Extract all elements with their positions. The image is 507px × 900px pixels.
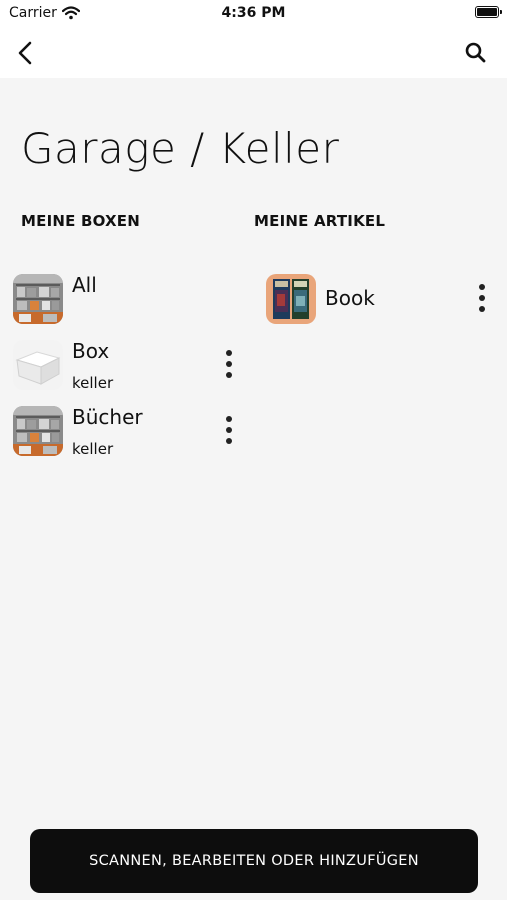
- navigation-bar: [0, 28, 507, 78]
- box-location: keller: [72, 374, 114, 392]
- box-title: All: [72, 273, 97, 297]
- article-item-book[interactable]: Book: [254, 274, 499, 326]
- page-title: Garage / Keller: [21, 124, 340, 173]
- box-location: keller: [72, 440, 114, 458]
- box-options-button[interactable]: [219, 414, 239, 448]
- chevron-left-icon: [18, 41, 32, 65]
- box-item-buecher[interactable]: Bücher keller: [0, 404, 250, 460]
- book-thumbnail: [266, 274, 316, 324]
- search-button[interactable]: [463, 40, 489, 66]
- scan-edit-add-button[interactable]: SCANNEN, BEARBEITEN ODER HINZUFÜGEN: [30, 829, 478, 893]
- box-thumbnail: [13, 340, 63, 390]
- shelf-thumbnail: [13, 274, 63, 324]
- box-item-box[interactable]: Box keller: [0, 338, 250, 394]
- back-button[interactable]: [12, 36, 42, 70]
- box-title: Bücher: [72, 405, 143, 429]
- shelf-thumbnail: [13, 406, 63, 456]
- clock: 4:36 PM: [221, 5, 286, 21]
- box-title: Box: [72, 339, 110, 363]
- status-bar: Carrier 4:36 PM: [0, 0, 507, 28]
- articles-heading: MEINE ARTIKEL: [254, 212, 386, 230]
- box-options-button[interactable]: [219, 348, 239, 382]
- article-title: Book: [325, 286, 375, 310]
- boxes-heading: MEINE BOXEN: [21, 212, 140, 230]
- search-icon: [465, 42, 486, 63]
- box-item-all[interactable]: All: [0, 272, 240, 328]
- battery-icon: [475, 6, 502, 18]
- article-options-button[interactable]: [472, 282, 492, 316]
